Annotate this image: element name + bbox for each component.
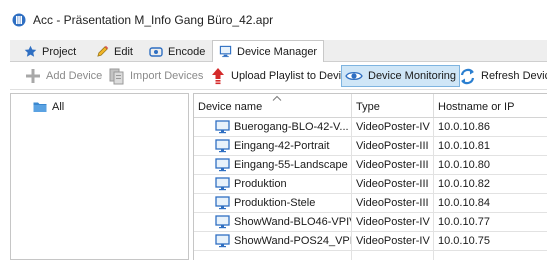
device-name: ShowWand-POS24_VPIV	[234, 235, 352, 247]
refresh-device-button[interactable]: Refresh Device	[456, 65, 547, 87]
table-row[interactable]: Produktion-Stele VideoPoster-III 10.0.10.8…	[194, 194, 547, 213]
device-monitoring-label: Device Monitoring	[368, 70, 457, 82]
eye-icon	[345, 71, 363, 81]
upload-playlist-label: Upload Playlist to Device	[231, 70, 353, 82]
device-monitoring-button[interactable]: Device Monitoring	[341, 65, 461, 87]
device-hostname: 10.0.10.75	[438, 235, 490, 247]
table-row[interactable]: ShowWand-POS24_VPIV VideoPoster-IV 10.0.10…	[194, 232, 547, 251]
table-row[interactable]	[194, 251, 547, 260]
device-type: VideoPoster-III	[352, 137, 434, 156]
device-hostname: 10.0.10.86	[438, 121, 490, 133]
import-icon	[109, 68, 124, 84]
device-name-cell: Eingang-55-Landscape	[194, 156, 352, 175]
device-hostname: 10.0.10.80	[438, 159, 490, 171]
device-name-cell	[194, 251, 352, 260]
table-row[interactable]: Buerogang-BLO-42-V... VideoPoster-IV 10.0.…	[194, 118, 547, 137]
tab-encode-label: Encode	[168, 45, 206, 58]
device-name: Eingang-55-Landscape	[234, 159, 348, 171]
window-title: Acc - Präsentation M_Info Gang Büro_42.a…	[33, 13, 274, 27]
device-type: VideoPoster-IV	[352, 232, 434, 251]
device-name: Buerogang-BLO-42-V...	[234, 121, 349, 133]
device-name-cell: ShowWand-POS24_VPIV	[194, 232, 352, 251]
device-monitor-icon	[215, 120, 230, 134]
tab-device-manager-label: Device Manager	[237, 45, 318, 58]
device-monitor-icon	[215, 158, 230, 172]
upload-icon	[212, 68, 224, 85]
star-icon	[24, 45, 37, 57]
refresh-device-label: Refresh Device	[481, 70, 547, 82]
device-type: VideoPoster-III	[352, 194, 434, 213]
tab-project[interactable]: Project	[18, 41, 82, 62]
device-hostname: 10.0.10.77	[438, 216, 490, 228]
device-name: Produktion-Stele	[234, 197, 316, 209]
table-header: Device name Type Hostname or IP	[194, 94, 547, 118]
device-hostname: 10.0.10.82	[438, 178, 490, 190]
title-bar: Acc - Präsentation M_Info Gang Büro_42.a…	[0, 0, 547, 40]
column-header-hostname[interactable]: Hostname or IP	[434, 94, 547, 117]
ribbon-tabs: Project Edit Encode Device Manager	[10, 40, 547, 62]
device-name: ShowWand-BLO46-VPIV	[234, 216, 352, 228]
device-type: VideoPoster-IV	[352, 118, 434, 137]
table-row[interactable]: Eingang-42-Portrait VideoPoster-III 10.0.1…	[194, 137, 547, 156]
column-header-type[interactable]: Type	[352, 94, 434, 117]
add-device-label: Add Device	[46, 70, 103, 82]
refresh-icon	[460, 68, 475, 84]
device-name-cell: ShowWand-BLO46-VPIV	[194, 213, 352, 232]
tab-device-manager[interactable]: Device Manager	[212, 40, 325, 62]
device-name-cell: Eingang-42-Portrait	[194, 137, 352, 156]
device-name-cell: Produktion	[194, 175, 352, 194]
monitor-icon	[219, 45, 232, 58]
tree-item-all[interactable]: All	[29, 99, 68, 115]
tab-encode[interactable]: Encode	[143, 41, 211, 62]
device-monitor-icon	[215, 234, 230, 248]
device-type	[352, 251, 434, 260]
device-group-tree: All	[10, 93, 189, 260]
upload-playlist-button[interactable]: Upload Playlist to Device	[207, 65, 356, 87]
tab-edit[interactable]: Edit	[90, 41, 139, 62]
import-devices-label: Import Devices	[130, 70, 204, 82]
device-type: VideoPoster-IV	[352, 213, 434, 232]
device-monitor-icon	[215, 139, 230, 153]
app-logo-icon	[12, 13, 26, 27]
plus-icon	[26, 69, 40, 83]
pencil-icon	[97, 45, 109, 57]
device-hostname	[434, 251, 547, 260]
column-header-device-name[interactable]: Device name	[194, 94, 352, 117]
folder-icon	[33, 102, 47, 112]
encode-icon	[149, 46, 163, 57]
import-devices-button[interactable]: Import Devices	[106, 65, 206, 87]
device-name: Produktion	[234, 178, 287, 190]
device-hostname: 10.0.10.81	[438, 140, 490, 152]
device-toolbar: Add Device Import Devices Upload Playlis…	[10, 62, 547, 90]
device-name-cell: Produktion-Stele	[194, 194, 352, 213]
device-name-cell: Buerogang-BLO-42-V...	[194, 118, 352, 137]
device-name: Eingang-42-Portrait	[234, 140, 330, 152]
tab-project-label: Project	[42, 45, 77, 58]
add-device-button[interactable]: Add Device	[22, 65, 105, 87]
device-type: VideoPoster-III	[352, 175, 434, 194]
table-row[interactable]: ShowWand-BLO46-VPIV VideoPoster-IV 10.0.10…	[194, 213, 547, 232]
table-row[interactable]: Eingang-55-Landscape VideoPoster-III 10.0.…	[194, 156, 547, 175]
table-row[interactable]: Produktion VideoPoster-III 10.0.10.82	[194, 175, 547, 194]
device-monitor-icon	[215, 215, 230, 229]
tab-edit-label: Edit	[114, 45, 133, 58]
device-monitor-icon	[215, 196, 230, 210]
tree-item-all-label: All	[52, 101, 65, 113]
device-type: VideoPoster-III	[352, 156, 434, 175]
device-hostname: 10.0.10.84	[438, 197, 490, 209]
device-table: Device name Type Hostname or IP Buerogan…	[193, 93, 547, 260]
device-monitor-icon	[215, 177, 230, 191]
